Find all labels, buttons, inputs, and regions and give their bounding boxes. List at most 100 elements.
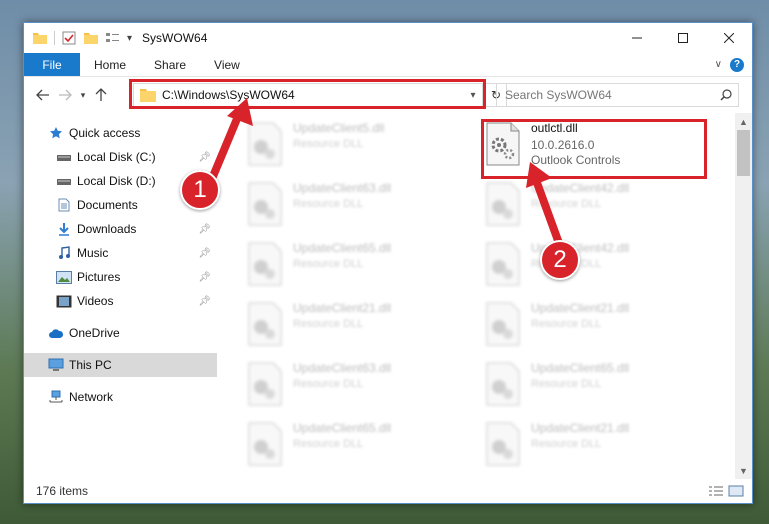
sidebar-item-videos[interactable]: Videos 📌︎ (24, 289, 217, 313)
folder-icon (33, 33, 47, 44)
content-area: Quick access Local Disk (C:) 📌︎ Local Di… (24, 113, 752, 479)
file-name: UpdateClient21.dll (293, 301, 392, 315)
file-highlight-box (481, 119, 707, 179)
dll-file-icon (486, 182, 520, 226)
quick-access-toolbar: ▾ (24, 30, 132, 46)
scroll-thumb[interactable] (737, 130, 750, 176)
forward-button[interactable] (54, 84, 76, 106)
dll-file-icon (248, 302, 282, 346)
file-type: Resource DLL (293, 138, 364, 150)
dll-file-icon (486, 302, 520, 346)
sidebar-item-label: Quick access (69, 126, 141, 140)
file-tile[interactable]: UpdateClient21.dll Resource DLL (483, 413, 629, 473)
tab-view[interactable]: View (200, 53, 254, 76)
sidebar-item-network[interactable]: Network (24, 385, 217, 409)
back-button[interactable] (32, 84, 54, 106)
properties-icon[interactable] (61, 30, 77, 46)
sidebar-item-label: Music (77, 246, 109, 260)
sidebar-item-label: OneDrive (69, 326, 120, 340)
pin-icon: 📌︎ (198, 271, 211, 283)
recent-locations-button[interactable]: ▾ (76, 84, 90, 106)
file-tile[interactable]: UpdateClient21.dll Resource DLL (483, 293, 629, 353)
maximize-icon (678, 33, 688, 43)
sidebar-item-this-pc[interactable]: This PC (24, 353, 217, 377)
view-toggle (708, 485, 752, 497)
file-name: UpdateClient65.dll (531, 361, 630, 375)
sidebar-item-label: This PC (69, 358, 112, 372)
dll-file-icon (486, 362, 520, 406)
dll-file-icon (486, 242, 520, 286)
ribbon-right: ∨ ? (715, 53, 752, 76)
expand-ribbon-icon[interactable]: ∨ (715, 59, 722, 70)
customize-toolbar-icon[interactable]: ▾ (127, 33, 132, 44)
maximize-button[interactable] (660, 23, 706, 53)
search-box[interactable]: Search SysWOW64 (496, 83, 739, 107)
search-input[interactable]: Search SysWOW64 (505, 88, 612, 102)
status-bar: 176 items (24, 479, 752, 503)
details-view-icon[interactable] (708, 485, 724, 497)
sidebar-item-label: Videos (77, 294, 114, 308)
close-icon (724, 33, 734, 43)
dll-file-icon (248, 422, 282, 466)
sidebar-item-music[interactable]: Music 📌︎ (24, 241, 217, 265)
window-title: SysWOW64 (142, 31, 208, 45)
pin-icon: 📌︎ (198, 223, 211, 235)
download-icon (56, 221, 72, 237)
navigation-bar: ▾ C:\Windows\SysWOW64 ▾ ↻ Search SysWOW6… (24, 77, 752, 113)
dll-file-icon (248, 362, 282, 406)
window-controls (614, 23, 752, 53)
title-bar: ▾ SysWOW64 (24, 23, 752, 53)
drive-icon (56, 149, 72, 165)
address-highlight-box (129, 79, 486, 109)
drive-icon (56, 173, 72, 189)
file-name: UpdateClient21.dll (531, 421, 630, 435)
scroll-up-icon[interactable]: ▲ (735, 113, 752, 130)
new-folder-icon[interactable] (83, 30, 99, 46)
file-list: UpdateClient5.dll Resource DLL UpdateClie… (217, 113, 752, 479)
sidebar-item-pictures[interactable]: Pictures 📌︎ (24, 265, 217, 289)
sidebar-item-local-disk-c[interactable]: Local Disk (C:) 📌︎ (24, 145, 217, 169)
close-button[interactable] (706, 23, 752, 53)
pin-icon: 📌︎ (198, 295, 211, 307)
sidebar-item-label: Local Disk (D:) (77, 174, 156, 188)
sidebar-item-label: Network (69, 390, 114, 404)
file-tile[interactable]: UpdateClient63.dll Resource DLL (245, 173, 391, 233)
vertical-scrollbar[interactable]: ▲ ▼ (735, 113, 752, 479)
tab-share[interactable]: Share (140, 53, 200, 76)
up-button[interactable] (90, 84, 112, 106)
callout-badge-1: 1 (180, 170, 220, 210)
file-tile[interactable]: UpdateClient65.dll Resource DLL (245, 413, 391, 473)
file-column-left: UpdateClient5.dll Resource DLL UpdateClie… (245, 113, 391, 473)
file-tile[interactable]: UpdateClient5.dll Resource DLL (245, 113, 391, 173)
file-type: Resource DLL (293, 318, 364, 330)
sidebar-item-downloads[interactable]: Downloads 📌︎ (24, 217, 217, 241)
minimize-icon (632, 37, 642, 39)
file-tile[interactable]: UpdateClient21.dll Resource DLL (245, 293, 391, 353)
arrow-up-icon (95, 88, 107, 101)
file-tile[interactable]: UpdateClient63.dll Resource DLL (245, 353, 391, 413)
minimize-button[interactable] (614, 23, 660, 53)
videos-icon (56, 293, 72, 309)
tab-file[interactable]: File (24, 53, 80, 76)
tab-home[interactable]: Home (80, 53, 140, 76)
computer-icon (48, 357, 64, 373)
view-options-icon[interactable] (105, 30, 121, 46)
scroll-down-icon[interactable]: ▼ (735, 462, 752, 479)
sidebar-item-label: Pictures (77, 270, 121, 284)
sidebar-item-quick-access[interactable]: Quick access (24, 121, 217, 145)
file-name: UpdateClient65.dll (293, 421, 392, 435)
search-icon (720, 89, 732, 101)
file-type: Resource DLL (293, 258, 364, 270)
sidebar-item-onedrive[interactable]: OneDrive (24, 321, 217, 345)
file-tile[interactable]: UpdateClient65.dll Resource DLL (483, 353, 629, 413)
callout-badge-2: 2 (540, 240, 580, 280)
file-name: UpdateClient5.dll (293, 121, 385, 135)
music-icon (56, 245, 72, 261)
large-icons-view-icon[interactable] (728, 485, 744, 497)
sidebar-item-label: Local Disk (C:) (77, 150, 156, 164)
sidebar-item-label: Downloads (77, 222, 137, 236)
help-icon[interactable]: ? (730, 57, 744, 72)
file-tile[interactable]: UpdateClient65.dll Resource DLL (245, 233, 391, 293)
